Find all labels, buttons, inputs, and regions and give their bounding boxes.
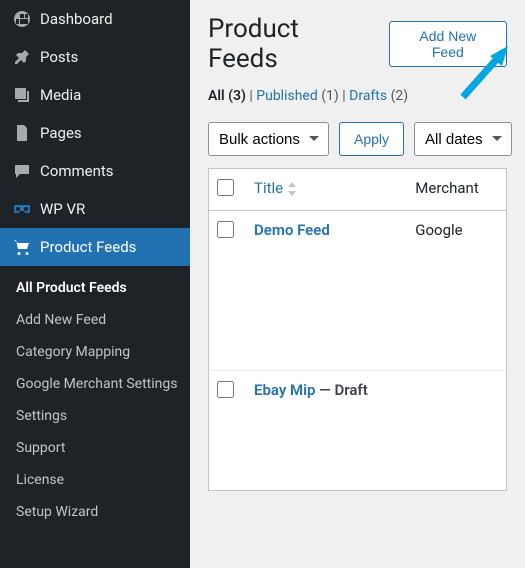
sidebar-item-product-feeds[interactable]: Product Feeds — [0, 228, 190, 266]
sidebar-item-media[interactable]: Media — [0, 76, 190, 114]
main-content: Product Feeds Add New Feed All (3) | Pub… — [190, 0, 525, 568]
filter-published[interactable]: Published (1) — [256, 88, 339, 104]
sidebar-item-posts[interactable]: Posts — [0, 38, 190, 76]
col-merchant-header[interactable]: Merchant — [405, 169, 506, 211]
status-label: — Draft — [315, 381, 367, 399]
status-filter-links: All (3) | Published (1) | Drafts (2) — [208, 88, 507, 104]
page-title: Product Feeds — [208, 14, 375, 74]
submenu-item-settings[interactable]: Settings — [0, 400, 190, 432]
admin-sidebar: Dashboard Posts Media Pages Comments WP … — [0, 0, 190, 568]
sidebar-item-label: Media — [40, 86, 81, 104]
cart-icon — [12, 237, 32, 257]
filter-drafts[interactable]: Drafts (2) — [349, 88, 408, 104]
sidebar-item-comments[interactable]: Comments — [0, 152, 190, 190]
sidebar-submenu: All Product Feeds Add New Feed Category … — [0, 266, 190, 534]
sidebar-item-label: Product Feeds — [40, 238, 136, 256]
sidebar-item-label: Posts — [40, 48, 78, 66]
dashboard-icon — [12, 9, 32, 29]
submenu-item-all-feeds[interactable]: All Product Feeds — [0, 272, 190, 304]
date-filter-select[interactable]: All dates — [414, 122, 512, 156]
media-icon — [12, 85, 32, 105]
merchant-cell — [405, 371, 506, 491]
feed-title-link[interactable]: Demo Feed — [254, 221, 330, 239]
add-new-feed-button[interactable]: Add New Feed — [389, 21, 507, 67]
sidebar-item-wpvr[interactable]: WP VR — [0, 190, 190, 228]
pin-icon — [12, 47, 32, 67]
col-title-header[interactable]: Title — [244, 169, 405, 211]
comments-icon — [12, 161, 32, 181]
sidebar-item-label: WP VR — [40, 200, 85, 218]
filter-all[interactable]: All (3) — [208, 88, 246, 104]
pages-icon — [12, 123, 32, 143]
merchant-cell: Google — [405, 211, 506, 371]
sort-icon — [287, 179, 297, 197]
apply-button[interactable]: Apply — [339, 122, 404, 156]
vr-icon — [12, 199, 32, 219]
submenu-item-support[interactable]: Support — [0, 432, 190, 464]
table-row: Ebay Mip — Draft — [209, 371, 507, 491]
row-checkbox[interactable] — [217, 381, 234, 398]
sidebar-item-label: Dashboard — [40, 10, 113, 28]
submenu-item-setup-wizard[interactable]: Setup Wizard — [0, 496, 190, 528]
feeds-table: Title Merchant Demo Feed Google Ebay Mip… — [208, 168, 507, 491]
submenu-item-license[interactable]: License — [0, 464, 190, 496]
submenu-item-category-mapping[interactable]: Category Mapping — [0, 336, 190, 368]
table-row: Demo Feed Google — [209, 211, 507, 371]
sidebar-item-pages[interactable]: Pages — [0, 114, 190, 152]
sidebar-item-label: Comments — [40, 162, 114, 180]
sidebar-item-label: Pages — [40, 124, 82, 142]
feed-title-link[interactable]: Ebay Mip — [254, 381, 315, 399]
bulk-actions-select[interactable]: Bulk actions — [208, 122, 329, 156]
submenu-item-google-merchant[interactable]: Google Merchant Settings — [0, 368, 190, 400]
select-all-checkbox[interactable] — [217, 179, 234, 196]
row-checkbox[interactable] — [217, 221, 234, 238]
sidebar-item-dashboard[interactable]: Dashboard — [0, 0, 190, 38]
submenu-item-add-new[interactable]: Add New Feed — [0, 304, 190, 336]
